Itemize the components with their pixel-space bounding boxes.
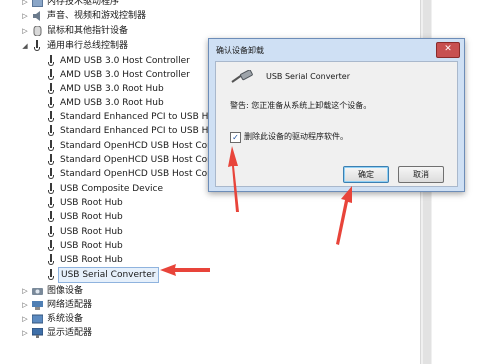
annotation-arrow-left [160, 264, 210, 276]
annotation-arrow-ok [336, 186, 352, 245]
annotation-arrow-checkbox [228, 146, 239, 212]
annotation-arrows [160, 146, 352, 276]
